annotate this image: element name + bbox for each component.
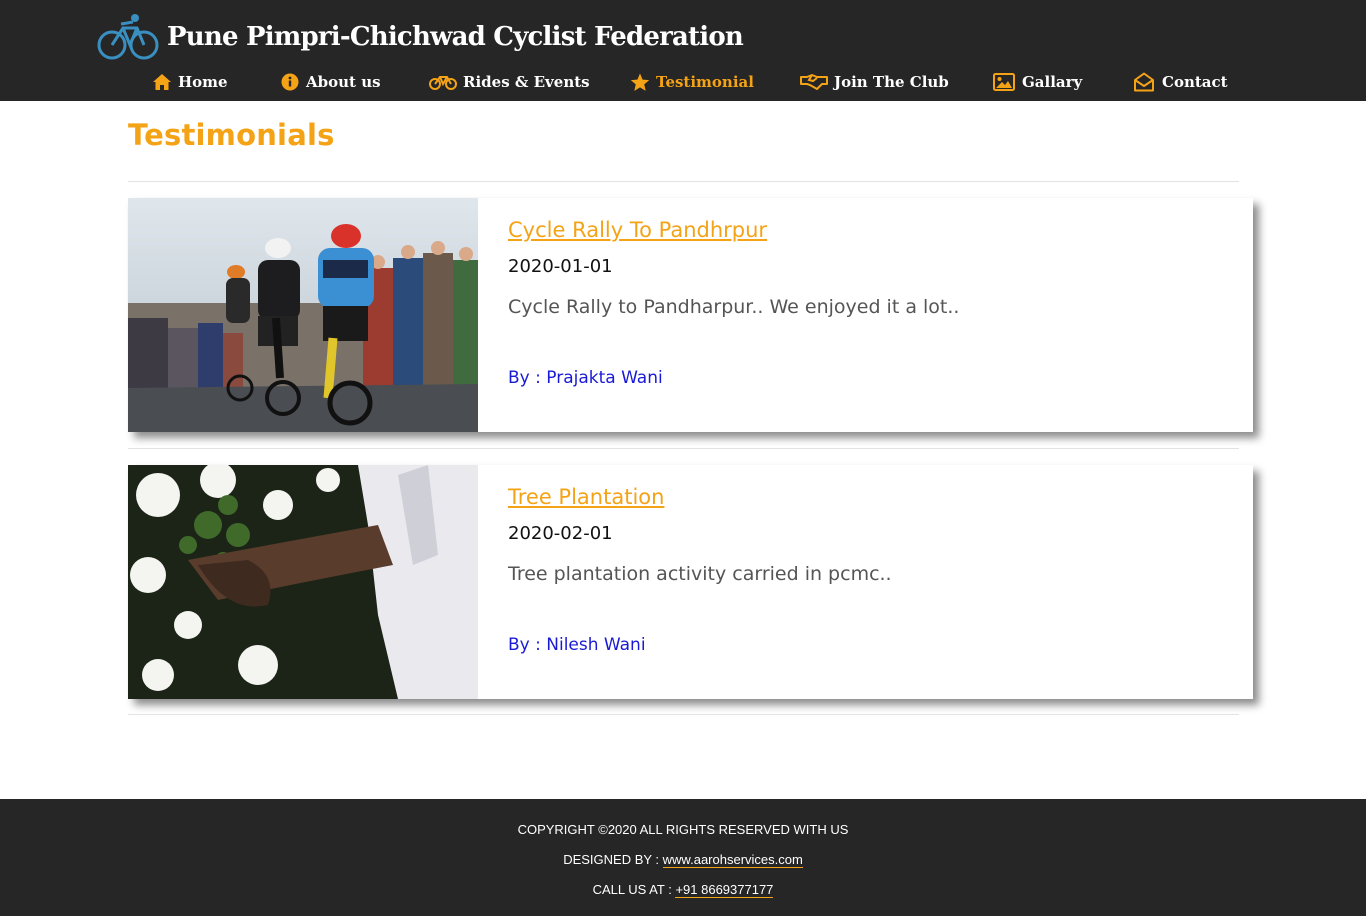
nav-item-gallery[interactable]: Gallary	[992, 72, 1082, 92]
designed-by-line: DESIGNED BY : www.aarohservices.com	[0, 852, 1366, 868]
home-icon	[152, 72, 172, 92]
nav-item-label: Join The Club	[834, 73, 949, 91]
nav-item-label: Contact	[1162, 73, 1228, 91]
bicycle-icon	[429, 72, 457, 92]
divider	[128, 181, 1239, 182]
nav-item-label: Gallary	[1022, 73, 1083, 91]
hands-holding-plant-photo	[128, 465, 478, 699]
site-footer: COPYRIGHT ©2020 ALL RIGHTS RESERVED WITH…	[0, 799, 1366, 916]
copyright-text: COPYRIGHT ©2020 ALL RIGHTS RESERVED WITH…	[517, 822, 849, 837]
call-us-line: CALL US AT : +91 8669377177	[0, 882, 1366, 898]
nav-item-home[interactable]: Home	[152, 72, 228, 92]
nav-item-about[interactable]: About us	[280, 72, 381, 92]
card-description: Tree plantation activity carried in pcmc…	[508, 563, 892, 585]
card-title-link[interactable]: Cycle Rally To Pandhrpur	[508, 218, 767, 242]
phone-link[interactable]: +91 8669377177	[675, 882, 774, 898]
site-title: Pune Pimpri-Chichwad Cyclist Federation	[167, 22, 744, 52]
card-description: Cycle Rally to Pandharpur.. We enjoyed i…	[508, 296, 960, 318]
testimonial-card: Cycle Rally To Pandhrpur 2020-01-01 Cycl…	[128, 198, 1253, 432]
designed-by-label: DESIGNED BY :	[563, 852, 660, 867]
nav-item-testimonial[interactable]: Testimonial	[630, 72, 754, 92]
cyclists-racing-photo	[128, 198, 478, 432]
page-title: Testimonials	[128, 118, 335, 152]
envelope-open-icon	[1132, 72, 1156, 92]
nav-item-label: Rides & Events	[463, 73, 590, 91]
card-author: By : Prajakta Wani	[508, 368, 663, 388]
card-date: 2020-02-01	[508, 523, 613, 544]
nav-item-join[interactable]: Join The Club	[800, 72, 949, 92]
nav-item-contact[interactable]: Contact	[1132, 72, 1228, 92]
bicycle-logo-icon	[97, 10, 159, 64]
site-header: Pune Pimpri-Chichwad Cyclist Federation …	[0, 0, 1366, 101]
handshake-icon	[800, 72, 828, 92]
info-icon	[280, 72, 300, 92]
nav-item-label: Home	[178, 73, 228, 91]
main-nav: Home About us Rides & Events Testimonial…	[0, 72, 1366, 98]
testimonial-card: Tree Plantation 2020-02-01 Tree plantati…	[128, 465, 1253, 699]
star-icon	[630, 72, 650, 92]
nav-item-label: Testimonial	[656, 73, 754, 91]
nav-item-label: About us	[306, 73, 381, 91]
designer-link[interactable]: www.aarohservices.com	[662, 852, 803, 868]
image-icon	[992, 72, 1016, 92]
card-date: 2020-01-01	[508, 256, 613, 277]
brand[interactable]: Pune Pimpri-Chichwad Cyclist Federation	[97, 10, 744, 64]
divider	[128, 448, 1239, 449]
divider	[128, 714, 1239, 715]
nav-item-rides[interactable]: Rides & Events	[429, 72, 590, 92]
card-author: By : Nilesh Wani	[508, 635, 646, 655]
call-us-label: CALL US AT :	[592, 882, 672, 897]
card-title-link[interactable]: Tree Plantation	[508, 485, 664, 509]
